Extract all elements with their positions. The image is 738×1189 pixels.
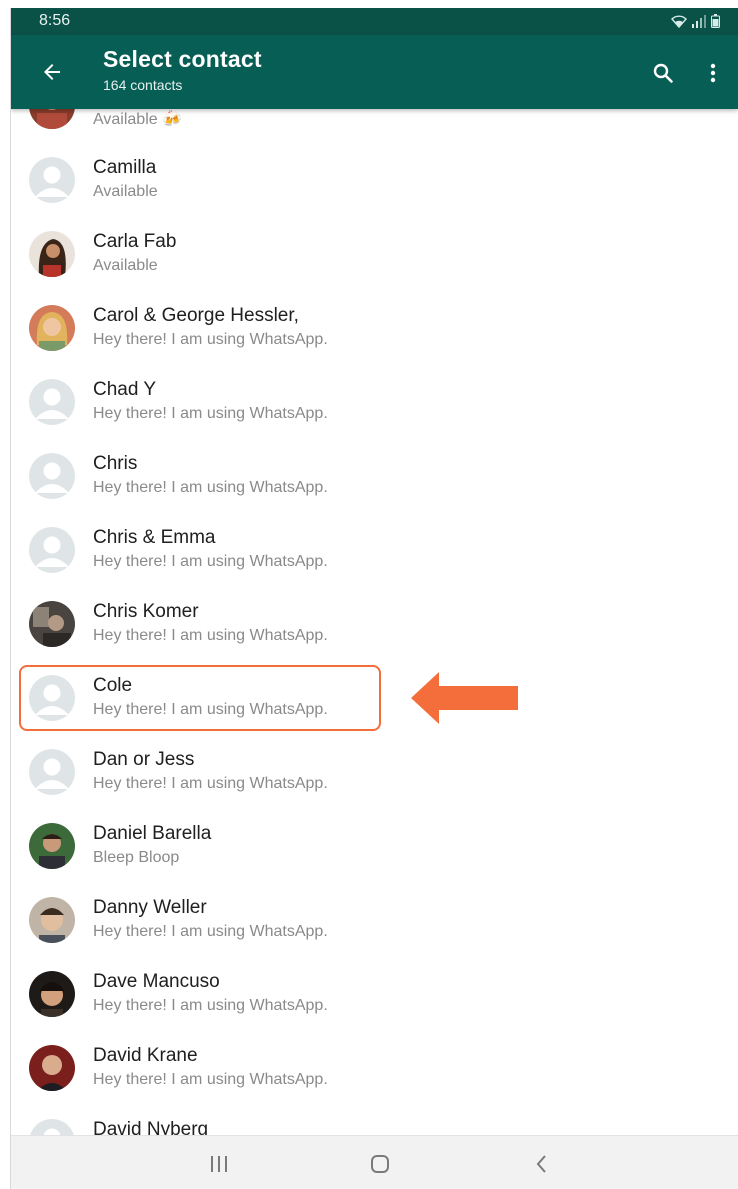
contact-name: Chris Komer <box>93 601 199 622</box>
battery-icon <box>711 14 720 28</box>
contact-name: Chris & Emma <box>93 527 216 548</box>
wifi-icon <box>671 15 687 28</box>
contact-avatar <box>29 601 75 647</box>
contact-row[interactable]: Chris Komer Hey there! I am using WhatsA… <box>11 587 738 661</box>
contact-name: David Nyberg <box>93 1119 209 1135</box>
contact-avatar <box>29 1045 75 1091</box>
contact-row[interactable]: Dan or Jess Hey there! I am using WhatsA… <box>11 735 738 809</box>
contact-status: Hey there! I am using WhatsApp. <box>93 997 328 1014</box>
contact-status: Hey there! I am using WhatsApp. <box>93 405 328 422</box>
search-icon <box>653 63 673 83</box>
contact-status: Hey there! I am using WhatsApp. <box>93 923 328 940</box>
contact-count: 164 contacts <box>103 77 183 93</box>
phone-screen: 8:56 Select contact 164 contacts Availab… <box>10 8 738 1189</box>
status-time: 8:56 <box>39 12 71 29</box>
default-avatar-icon <box>29 749 75 795</box>
contact-status: Available <box>93 183 158 200</box>
contact-status: Bleep Bloop <box>93 849 180 866</box>
contact-status: Hey there! I am using WhatsApp. <box>93 331 328 348</box>
contact-status: Hey there! I am using WhatsApp. <box>93 775 328 792</box>
contact-status: Hey there! I am using WhatsApp. <box>93 627 328 644</box>
contact-name: Carol & George Hessler, <box>93 305 299 326</box>
contact-avatar <box>29 823 75 869</box>
contact-list[interactable]: Available 🍻 Camilla Available Carla Fab … <box>11 109 738 1135</box>
pointer-arrow-icon <box>411 672 518 724</box>
contact-name: Chris <box>93 453 138 474</box>
recents-button[interactable] <box>205 1150 233 1178</box>
search-button[interactable] <box>649 59 677 87</box>
contact-row[interactable]: Camilla Available <box>11 143 738 217</box>
contact-row[interactable]: Chris & Emma Hey there! I am using Whats… <box>11 513 738 587</box>
back-button[interactable] <box>37 57 67 87</box>
default-avatar-icon <box>29 453 75 499</box>
more-options-button[interactable] <box>699 59 727 87</box>
home-icon <box>371 1155 389 1173</box>
highlight-box <box>19 665 381 731</box>
contact-avatar <box>29 305 75 351</box>
contact-avatar <box>29 971 75 1017</box>
default-avatar-icon <box>29 1119 75 1135</box>
system-nav-bar <box>11 1135 738 1189</box>
contact-row[interactable]: Chris Hey there! I am using WhatsApp. <box>11 439 738 513</box>
arrow-back-icon <box>44 64 60 80</box>
page-title: Select contact <box>103 46 262 72</box>
contact-name: David Krane <box>93 1045 198 1066</box>
more-vert-icon <box>710 63 716 83</box>
contact-status: Available 🍻 <box>93 111 183 128</box>
contact-avatar <box>29 109 75 129</box>
contact-name: Dave Mancuso <box>93 971 220 992</box>
app-bar: Select contact 164 contacts <box>11 35 738 109</box>
contact-name: Chad Y <box>93 379 157 400</box>
contact-row[interactable]: Carla Fab Available <box>11 217 738 291</box>
contact-name: Camilla <box>93 157 157 178</box>
contact-row[interactable]: David Nyberg <box>11 1105 738 1135</box>
nav-back-icon <box>536 1155 546 1173</box>
contact-name: Danny Weller <box>93 897 207 918</box>
contact-row[interactable]: Available 🍻 <box>11 109 738 143</box>
contact-name: Daniel Barella <box>93 823 212 844</box>
contact-row[interactable]: Chad Y Hey there! I am using WhatsApp. <box>11 365 738 439</box>
status-bar: 8:56 <box>11 8 738 35</box>
default-avatar-icon <box>29 527 75 573</box>
home-button[interactable] <box>366 1150 394 1178</box>
contact-row[interactable]: Daniel Barella Bleep Bloop <box>11 809 738 883</box>
contact-status: Hey there! I am using WhatsApp. <box>93 1071 328 1088</box>
contact-status: Hey there! I am using WhatsApp. <box>93 553 328 570</box>
default-avatar-icon <box>29 379 75 425</box>
contact-row[interactable]: Danny Weller Hey there! I am using Whats… <box>11 883 738 957</box>
contact-avatar <box>29 231 75 277</box>
contact-row[interactable]: Dave Mancuso Hey there! I am using Whats… <box>11 957 738 1031</box>
contact-name: Dan or Jess <box>93 749 195 770</box>
status-icons <box>671 14 720 28</box>
contact-avatar <box>29 897 75 943</box>
contact-name: Carla Fab <box>93 231 177 252</box>
nav-back-button[interactable] <box>528 1150 556 1178</box>
contact-row[interactable]: David Krane Hey there! I am using WhatsA… <box>11 1031 738 1105</box>
contact-row[interactable]: Carol & George Hessler, Hey there! I am … <box>11 291 738 365</box>
signal-icon <box>692 15 706 28</box>
default-avatar-icon <box>29 157 75 203</box>
contact-status: Available <box>93 257 158 274</box>
contact-status: Hey there! I am using WhatsApp. <box>93 479 328 496</box>
recents-icon <box>211 1156 227 1172</box>
